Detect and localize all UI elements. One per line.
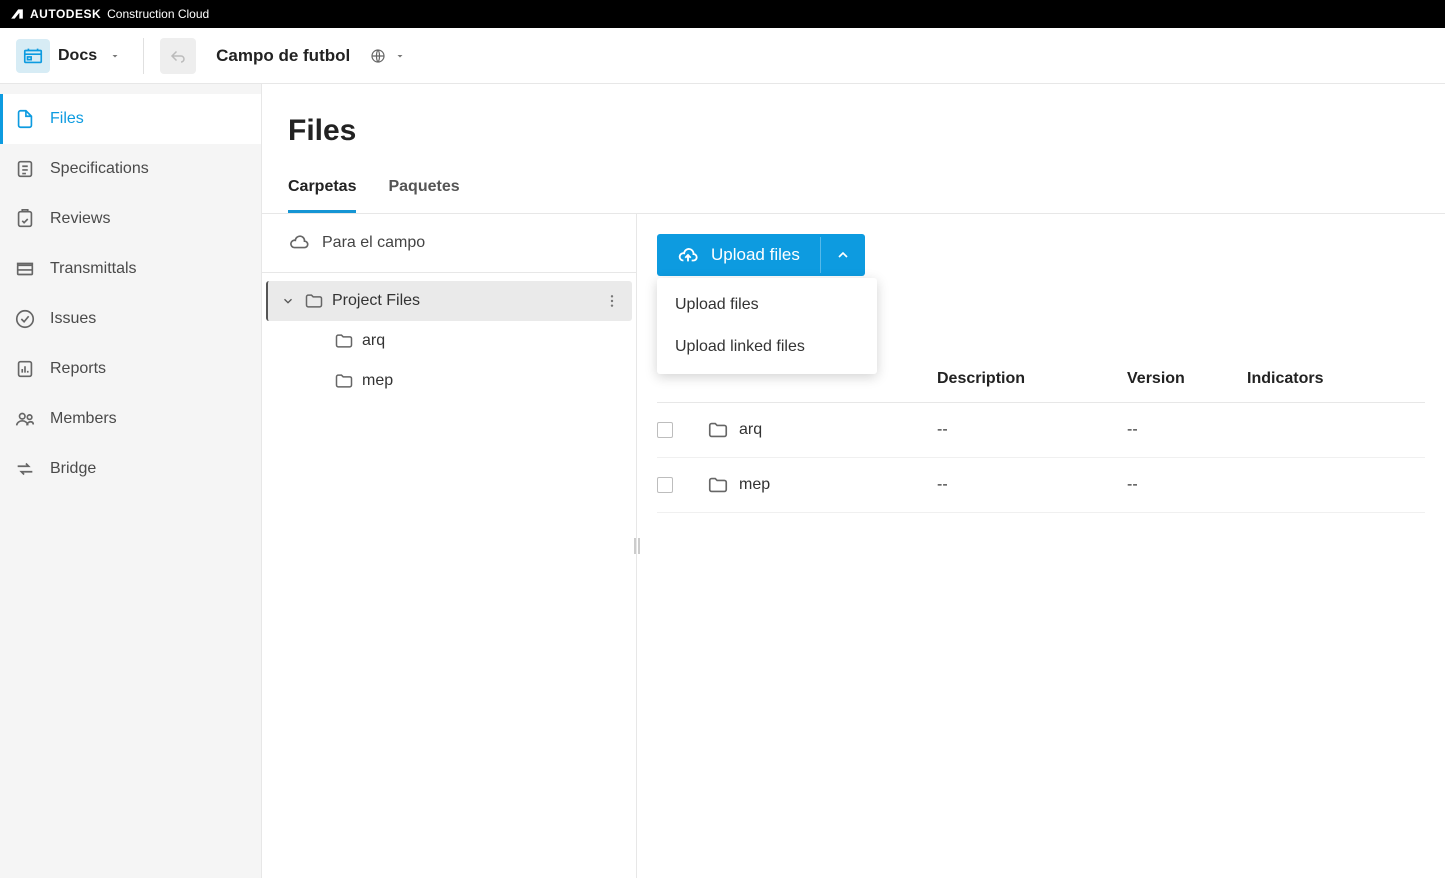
folder-icon [707,474,729,496]
row-name: arq [739,421,762,439]
sidebar-item-specifications[interactable]: Specifications [0,144,261,194]
chevron-up-icon [835,247,851,263]
top-brand-bar: AUTODESK Construction Cloud [0,0,1445,28]
column-header-indicators[interactable]: Indicators [1247,370,1367,388]
upload-files-split-button: Upload files [657,234,865,276]
back-arrow-icon [169,47,187,65]
sidebar-item-bridge[interactable]: Bridge [0,444,261,494]
toolbar-separator [143,38,144,74]
sidebar-item-members[interactable]: Members [0,394,261,444]
back-button[interactable] [160,38,196,74]
chevron-down-icon[interactable] [280,294,296,308]
sidebar: Files Specifications Reviews Transmittal… [0,84,262,878]
toolbar: Docs Campo de futbol [0,28,1445,84]
menu-item-upload-files[interactable]: Upload files [657,284,877,326]
table-row[interactable]: mep -- -- [657,458,1425,513]
tree-shortcut-para-el-campo[interactable]: Para el campo [262,214,636,273]
sidebar-item-label: Issues [50,310,96,328]
row-name: mep [739,476,770,494]
tabs: Carpetas Paquetes [262,158,1445,214]
more-options-icon[interactable] [604,293,620,309]
tree-node-mep[interactable]: mep [266,361,632,401]
row-version: -- [1127,421,1247,439]
menu-item-upload-linked-files[interactable]: Upload linked files [657,326,877,368]
sidebar-item-label: Files [50,110,84,128]
upload-dropdown-menu: Upload files Upload linked files [657,278,877,374]
upload-button-label: Upload files [711,245,800,265]
file-icon [14,108,36,130]
chevron-down-icon [394,50,406,62]
autodesk-logo-icon [10,7,24,21]
globe-icon [370,48,386,64]
tab-paquetes[interactable]: Paquetes [388,178,459,213]
folder-icon [334,331,354,351]
module-switcher[interactable]: Docs [10,35,127,77]
tree-node-label: arq [362,332,385,350]
cloud-upload-icon [677,244,699,266]
transmittals-icon [14,258,36,280]
sidebar-item-label: Bridge [50,460,96,478]
sidebar-item-reviews[interactable]: Reviews [0,194,261,244]
sidebar-item-label: Members [50,410,117,428]
project-name[interactable]: Campo de futbol [216,46,350,66]
upload-split-toggle[interactable] [820,237,865,273]
file-list-panel: Upload files Upload files Upload linked … [637,214,1445,878]
docs-module-icon [22,45,44,67]
members-icon [14,408,36,430]
row-checkbox[interactable] [657,422,673,438]
issues-icon [14,308,36,330]
chevron-down-icon [109,50,121,62]
tree-node-label: Project Files [332,292,420,310]
row-description: -- [937,421,1127,439]
sidebar-item-transmittals[interactable]: Transmittals [0,244,261,294]
project-visibility-dropdown[interactable] [370,48,406,64]
brand-logo: AUTODESK Construction Cloud [10,7,209,21]
folder-tree-panel: Para el campo Project Files arq [262,214,637,878]
reports-icon [14,358,36,380]
sidebar-item-label: Reviews [50,210,110,228]
page-title: Files [288,114,1419,148]
tree-node-project-files[interactable]: Project Files [266,281,632,321]
row-version: -- [1127,476,1247,494]
cloud-folder-icon [288,232,310,254]
row-checkbox[interactable] [657,477,673,493]
sidebar-item-label: Specifications [50,160,149,178]
sidebar-item-files[interactable]: Files [0,94,261,144]
reviews-icon [14,208,36,230]
specifications-icon [14,158,36,180]
row-description: -- [937,476,1127,494]
column-header-description[interactable]: Description [937,370,1127,388]
sidebar-item-label: Reports [50,360,106,378]
sidebar-item-reports[interactable]: Reports [0,344,261,394]
table-row[interactable]: arq -- -- [657,403,1425,458]
tab-carpetas[interactable]: Carpetas [288,178,356,213]
file-table: Description Version Indicators arq -- -- [657,356,1425,513]
tree-node-arq[interactable]: arq [266,321,632,361]
folder-icon [304,291,324,311]
module-icon [16,39,50,73]
brand-name: AUTODESK [30,7,101,21]
column-header-version[interactable]: Version [1127,370,1247,388]
tree-shortcut-label: Para el campo [322,234,425,252]
brand-suffix: Construction Cloud [107,7,209,21]
sidebar-item-issues[interactable]: Issues [0,294,261,344]
bridge-icon [14,458,36,480]
folder-icon [707,419,729,441]
module-label: Docs [58,47,97,65]
tree-node-label: mep [362,372,393,390]
sidebar-item-label: Transmittals [50,260,137,278]
folder-icon [334,371,354,391]
upload-files-button[interactable]: Upload files [657,234,820,276]
